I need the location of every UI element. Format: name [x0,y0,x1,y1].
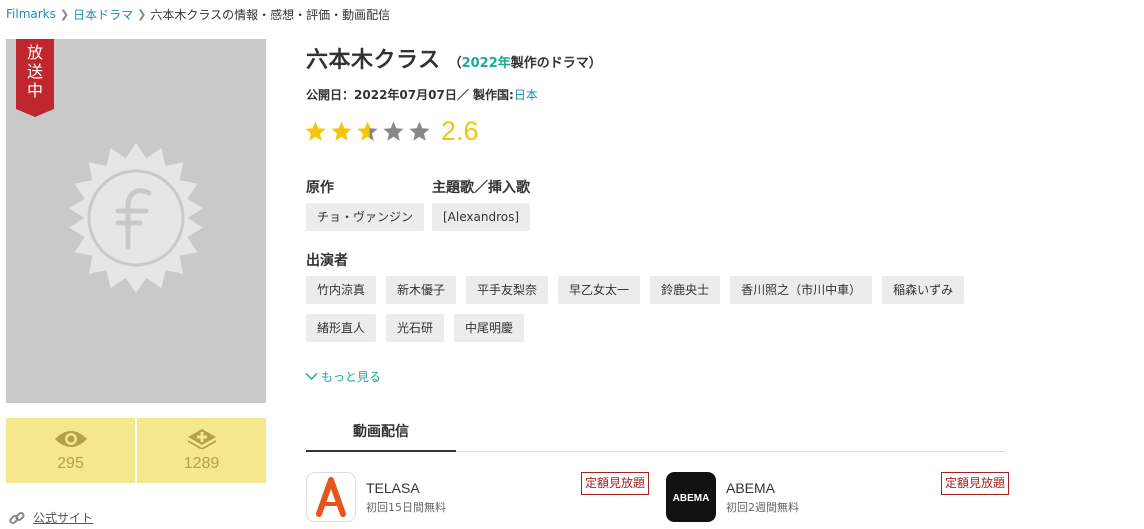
breadcrumb-link-filmarks[interactable]: Filmarks [6,7,56,21]
poster-placeholder: 放送中 [6,39,266,403]
country-link[interactable]: 日本 [514,88,538,102]
chevron-down-icon [305,372,318,381]
cast-tag[interactable]: 緒形直人 [306,314,377,342]
theme-song-label: 主題歌／挿入歌 [432,180,530,196]
show-more-button[interactable]: もっと見る [305,368,381,385]
watched-count: 295 [57,454,84,472]
cast-tag[interactable]: 早乙女太一 [558,276,641,304]
on-air-ribbon: 放送中 [16,39,54,117]
link-icon [9,511,25,524]
release-meta: 公開日：2022年07月07日／ 製作国:日本 [306,86,538,103]
eye-icon [54,430,87,447]
original-author-tag[interactable]: チョ・ヴァンジン [306,203,425,231]
cast-tag[interactable]: 香川照之（市川中車） [730,276,873,304]
service-item-abema[interactable]: ABEMA ABEMA 初回2週間無料 定額見放題 [666,472,1010,522]
official-site-label: 公式サイト [33,511,94,525]
chevron-right-icon: ❯ [137,7,147,21]
star-icon [305,120,326,141]
clip-button[interactable]: 1289 [137,418,266,483]
star-icon [383,120,404,141]
cast-tag[interactable]: 竹内涼真 [306,276,377,304]
show-more-label: もっと見る [321,370,382,384]
stats-bar: 295 1289 [6,418,266,483]
telasa-logo-icon [306,472,356,522]
on-air-label: 放送中 [16,43,54,100]
subscription-badge: 定額見放題 [941,472,1010,495]
service-trial: 初回2週間無料 [726,501,799,514]
clip-plus-icon [187,428,216,449]
note-open: （ [448,56,462,71]
on-air-text: 放送中 [27,43,44,100]
star-rating [304,120,431,143]
cast-tag[interactable]: 光石研 [386,314,445,342]
cast-tag[interactable]: 新木優子 [386,276,457,304]
page-title: 六本木クラス [306,48,441,73]
service-name: TELASA [366,480,420,496]
production-note: （2022年製作のドラマ） [449,52,602,71]
breadcrumb-current: 六本木クラスの情報・感想・評価・動画配信 [150,7,391,22]
rating: 2.6 [304,116,479,146]
service-name: ABEMA [726,480,776,496]
rating-score: 2.6 [441,116,479,146]
clip-count: 1289 [183,454,220,472]
note-rest: 製作のドラマ） [510,56,602,71]
tab-streaming[interactable]: 動画配信 [306,420,456,452]
official-site-link[interactable]: 公式サイト [9,509,93,526]
chevron-right-icon: ❯ [59,7,70,21]
star-icon [409,120,430,141]
abema-logo-icon: ABEMA [666,472,716,522]
star-icon [357,120,378,141]
cast-list: 竹内涼真 新木優子 平手友梨奈 早乙女太一 鈴鹿央士 香川照之（市川中車） 稲森… [306,276,1006,342]
watched-button[interactable]: 295 [6,418,135,483]
theme-song-tag[interactable]: [Alexandros] [432,203,531,231]
star-icon [331,120,352,141]
content-tabs: 動画配信 [306,420,1006,452]
release-date: 2022年07月07日 [354,88,457,102]
original-label: 原作 [306,180,334,196]
cast-tag[interactable]: 稲森いずみ [882,276,965,304]
theme-song-tags: [Alexandros] [432,203,531,231]
service-trial: 初回15日間無料 [366,501,446,514]
cast-tag[interactable]: 中尾明慶 [454,314,525,342]
cast-tag[interactable]: 鈴鹿央士 [650,276,721,304]
cast-tag[interactable]: 平手友梨奈 [466,276,549,304]
subscription-badge: 定額見放題 [581,472,650,495]
year-link[interactable]: 2022年 [462,56,511,71]
breadcrumb: Filmarks ❯ 日本ドラマ ❯ 六本木クラスの情報・感想・評価・動画配信 [6,6,390,22]
filmarks-emblem-icon [69,143,203,293]
abema-logo-text: ABEMA [673,493,710,504]
service-item-telasa[interactable]: TELASA 初回15日間無料 定額見放題 [306,472,650,522]
country-separator: ／ 製作国: [456,88,514,102]
original-tags: チョ・ヴァンジン [306,203,425,231]
breadcrumb-link-japanese-drama[interactable]: 日本ドラマ [73,6,133,23]
title-row: 六本木クラス （2022年製作のドラマ） [306,42,602,74]
release-label: 公開日： [306,88,355,102]
cast-label: 出演者 [306,253,348,269]
